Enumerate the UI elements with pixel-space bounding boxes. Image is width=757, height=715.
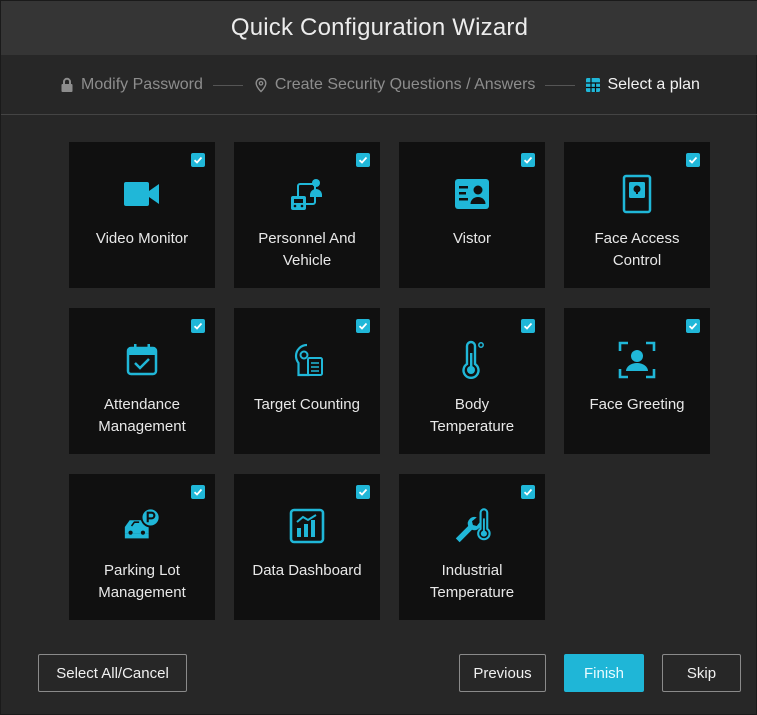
finish-button[interactable]: Finish [564,654,644,692]
checkbox-checked-icon[interactable] [521,485,535,499]
step-label: Modify Password [81,76,203,93]
chart-dashboard-icon [287,506,327,546]
tile-label: Industrial Temperature [429,562,515,601]
plan-tile-personnel-and-vehicle[interactable]: Personnel And Vehicle [234,142,380,288]
id-card-icon [452,174,492,214]
step-security-questions: Create Security Questions / Answers [253,76,536,94]
plan-tile-video-monitor[interactable]: Video Monitor [69,142,215,288]
quick-config-wizard-window: Quick Configuration Wizard Modify Passwo… [0,0,757,715]
tile-label: Vistor [452,230,492,247]
plan-tile-data-dashboard[interactable]: Data Dashboard [234,474,380,620]
tile-label: Target Counting [254,396,360,413]
skip-button[interactable]: Skip [662,654,741,692]
plan-tile-industrial-temperature[interactable]: Industrial Temperature [399,474,545,620]
plan-tile-parking-lot-management[interactable]: Parking Lot Management [69,474,215,620]
step-select-plan: Select a plan [585,76,700,94]
plan-tile-attendance-management[interactable]: Attendance Management [69,308,215,454]
tile-label: Face Access Control [594,230,680,269]
tile-label: Personnel And Vehicle [258,230,356,269]
wrench-thermometer-icon [452,506,492,546]
face-frame-icon [617,340,657,380]
checkbox-checked-icon[interactable] [686,319,700,333]
person-vehicle-icon [287,174,327,214]
plan-grid: Video Monitor Personnel And Vehicle Vist… [69,142,711,620]
car-parking-icon [122,506,162,546]
video-camera-icon [122,174,162,214]
checkbox-checked-icon[interactable] [191,153,205,167]
window-title: Quick Configuration Wizard [230,14,529,41]
checkbox-checked-icon[interactable] [521,319,535,333]
tile-label: Video Monitor [95,230,189,247]
grid-plan-icon [585,77,601,93]
checkbox-checked-icon[interactable] [356,485,370,499]
plan-tile-face-greeting[interactable]: Face Greeting [564,308,710,454]
select-all-cancel-button[interactable]: Select All/Cancel [38,654,187,692]
tile-label: Attendance Management [98,396,186,435]
step-label: Select a plan [607,76,700,93]
checkbox-checked-icon[interactable] [521,153,535,167]
step-modify-password: Modify Password [59,76,203,94]
tile-label: Data Dashboard [252,562,362,579]
location-pin-icon [253,77,269,93]
tile-label: Body Temperature [429,396,515,435]
previous-button[interactable]: Previous [459,654,546,692]
lock-icon [59,77,75,93]
tile-label: Parking Lot Management [98,562,186,601]
plan-tile-body-temperature[interactable]: Body Temperature [399,308,545,454]
plan-tile-vistor[interactable]: Vistor [399,142,545,288]
thermometer-icon [452,340,492,380]
checkbox-checked-icon[interactable] [191,319,205,333]
checkbox-checked-icon[interactable] [356,319,370,333]
plan-tile-target-counting[interactable]: Target Counting [234,308,380,454]
step-divider [545,84,576,86]
door-lock-icon [617,174,657,214]
checkbox-checked-icon[interactable] [686,153,700,167]
checkbox-checked-icon[interactable] [191,485,205,499]
checkbox-checked-icon[interactable] [356,153,370,167]
head-counting-icon [287,340,327,380]
plan-tile-face-access-control[interactable]: Face Access Control [564,142,710,288]
wizard-steps: Modify Password Create Security Question… [1,56,757,115]
tile-label: Face Greeting [589,396,685,413]
step-divider [212,84,243,86]
title-bar: Quick Configuration Wizard [1,1,757,55]
calendar-check-icon [122,340,162,380]
step-label: Create Security Questions / Answers [274,76,536,93]
